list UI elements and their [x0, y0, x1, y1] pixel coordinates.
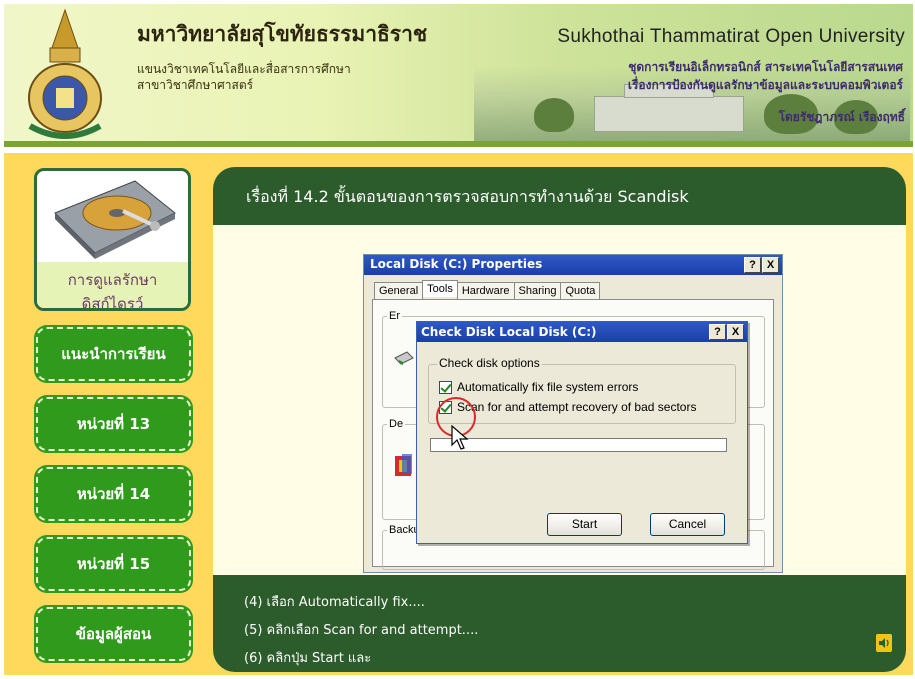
cancel-button[interactable]: Cancel: [650, 513, 725, 536]
scan-bad-sectors-option[interactable]: Scan for and attempt recovery of bad sec…: [439, 400, 696, 414]
topic-card[interactable]: การดูแลรักษา ดิสก์ไดรว์: [34, 168, 191, 311]
site-header: มหาวิทยาลัยสุโขทัยธรรมาธิราช แขนงวิชาเทค…: [4, 4, 913, 147]
progress-bar: [430, 438, 727, 452]
error-checking-label: Er: [387, 310, 402, 322]
university-seal-icon: [28, 8, 102, 139]
defragment-icon: [395, 454, 412, 476]
tab-general[interactable]: General: [374, 282, 424, 299]
check-disk-help-button[interactable]: ?: [709, 324, 726, 340]
author-credit: โดยรัชฎาภรณ์ เรืองฤทธิ์: [778, 110, 905, 124]
check-disk-options-label: Check disk options: [437, 356, 542, 370]
properties-tabs: General Tools Hardware Sharing Quota: [374, 280, 601, 299]
speaker-icon[interactable]: [876, 634, 892, 652]
properties-dialog-title: Local Disk (C:) Properties: [364, 255, 782, 275]
page: มหาวิทยาลัยสุโขทัยธรรมาธิราช แขนงวิชาเทค…: [0, 0, 915, 679]
mouse-cursor-icon: [451, 425, 469, 450]
lesson-title: เรื่องที่ 14.2 ขั้นตอนของการตรวจสอบการทำ…: [246, 187, 689, 206]
properties-help-button[interactable]: ?: [744, 257, 761, 273]
nav-unit-15[interactable]: หน่วยที่ 15: [36, 537, 191, 591]
instruction-step-5: (5) คลิกเลือก Scan for and attempt....: [244, 623, 479, 638]
sidebar: การดูแลรักษา ดิสก์ไดรว์ แนะนำการเรียน หน…: [4, 153, 202, 675]
tab-quota[interactable]: Quota: [560, 282, 601, 299]
lesson-panel: เรื่องที่ 14.2 ขั้นตอนของการตรวจสอบการทำ…: [213, 167, 906, 672]
scan-bad-sectors-label: Scan for and attempt recovery of bad sec…: [457, 400, 697, 414]
topic-caption-line1: การดูแลรักษา: [67, 271, 158, 289]
properties-close-button[interactable]: X: [762, 257, 779, 273]
instruction-bar: (4) เลือก Automatically fix.... (5) คลิก…: [213, 575, 906, 672]
instruction-step-4: (4) เลือก Automatically fix....: [244, 595, 425, 610]
instruction-step-6: (6) คลิกปุ่ม Start และ: [244, 651, 372, 666]
error-check-icon: [394, 351, 414, 365]
check-disk-dialog-title: Check Disk Local Disk (C:): [417, 322, 747, 342]
auto-fix-checkbox[interactable]: [439, 380, 452, 394]
topic-caption-line2: ดิสก์ไดรว์: [81, 295, 144, 311]
tab-tools[interactable]: Tools: [422, 280, 458, 297]
tab-hardware[interactable]: Hardware: [456, 282, 515, 299]
tab-sharing[interactable]: Sharing: [513, 282, 562, 299]
check-disk-close-button[interactable]: X: [727, 324, 744, 340]
course-topic: เรื่องการป้องกันดูแลรักษาข้อมูลและระบบคอ…: [627, 78, 903, 92]
defragmentation-label: De: [387, 418, 406, 430]
auto-fix-label: Automatically fix file system errors: [457, 380, 639, 394]
nav-unit-13[interactable]: หน่วยที่ 13: [36, 397, 191, 451]
university-name-english: Sukhothai Thammatirat Open University: [557, 26, 905, 47]
content-area: การดูแลรักษา ดิสก์ไดรว์ แนะนำการเรียน หน…: [4, 153, 913, 675]
topic-card-caption: การดูแลรักษา ดิสก์ไดรว์: [37, 262, 188, 311]
faculty-name: สาขาวิชาศึกษาศาสตร์: [137, 78, 254, 92]
hard-disk-icon: [54, 180, 176, 259]
nav-unit-14[interactable]: หน่วยที่ 14: [36, 467, 191, 521]
auto-fix-option[interactable]: Automatically fix file system errors: [439, 380, 638, 394]
course-series: ชุดการเรียนอิเล็กทรอนิกส์ สาระเทคโนโลยีส…: [628, 60, 903, 74]
nav-intro[interactable]: แนะนำการเรียน: [36, 327, 191, 381]
lesson-title-bar: เรื่องที่ 14.2 ขั้นตอนของการตรวจสอบการทำ…: [213, 167, 906, 225]
university-name-thai: มหาวิทยาลัยสุโขทัยธรรมาธิราช: [137, 21, 428, 46]
start-button[interactable]: Start: [547, 513, 622, 536]
nav-instructor-info[interactable]: ข้อมูลผู้สอน: [36, 607, 191, 661]
